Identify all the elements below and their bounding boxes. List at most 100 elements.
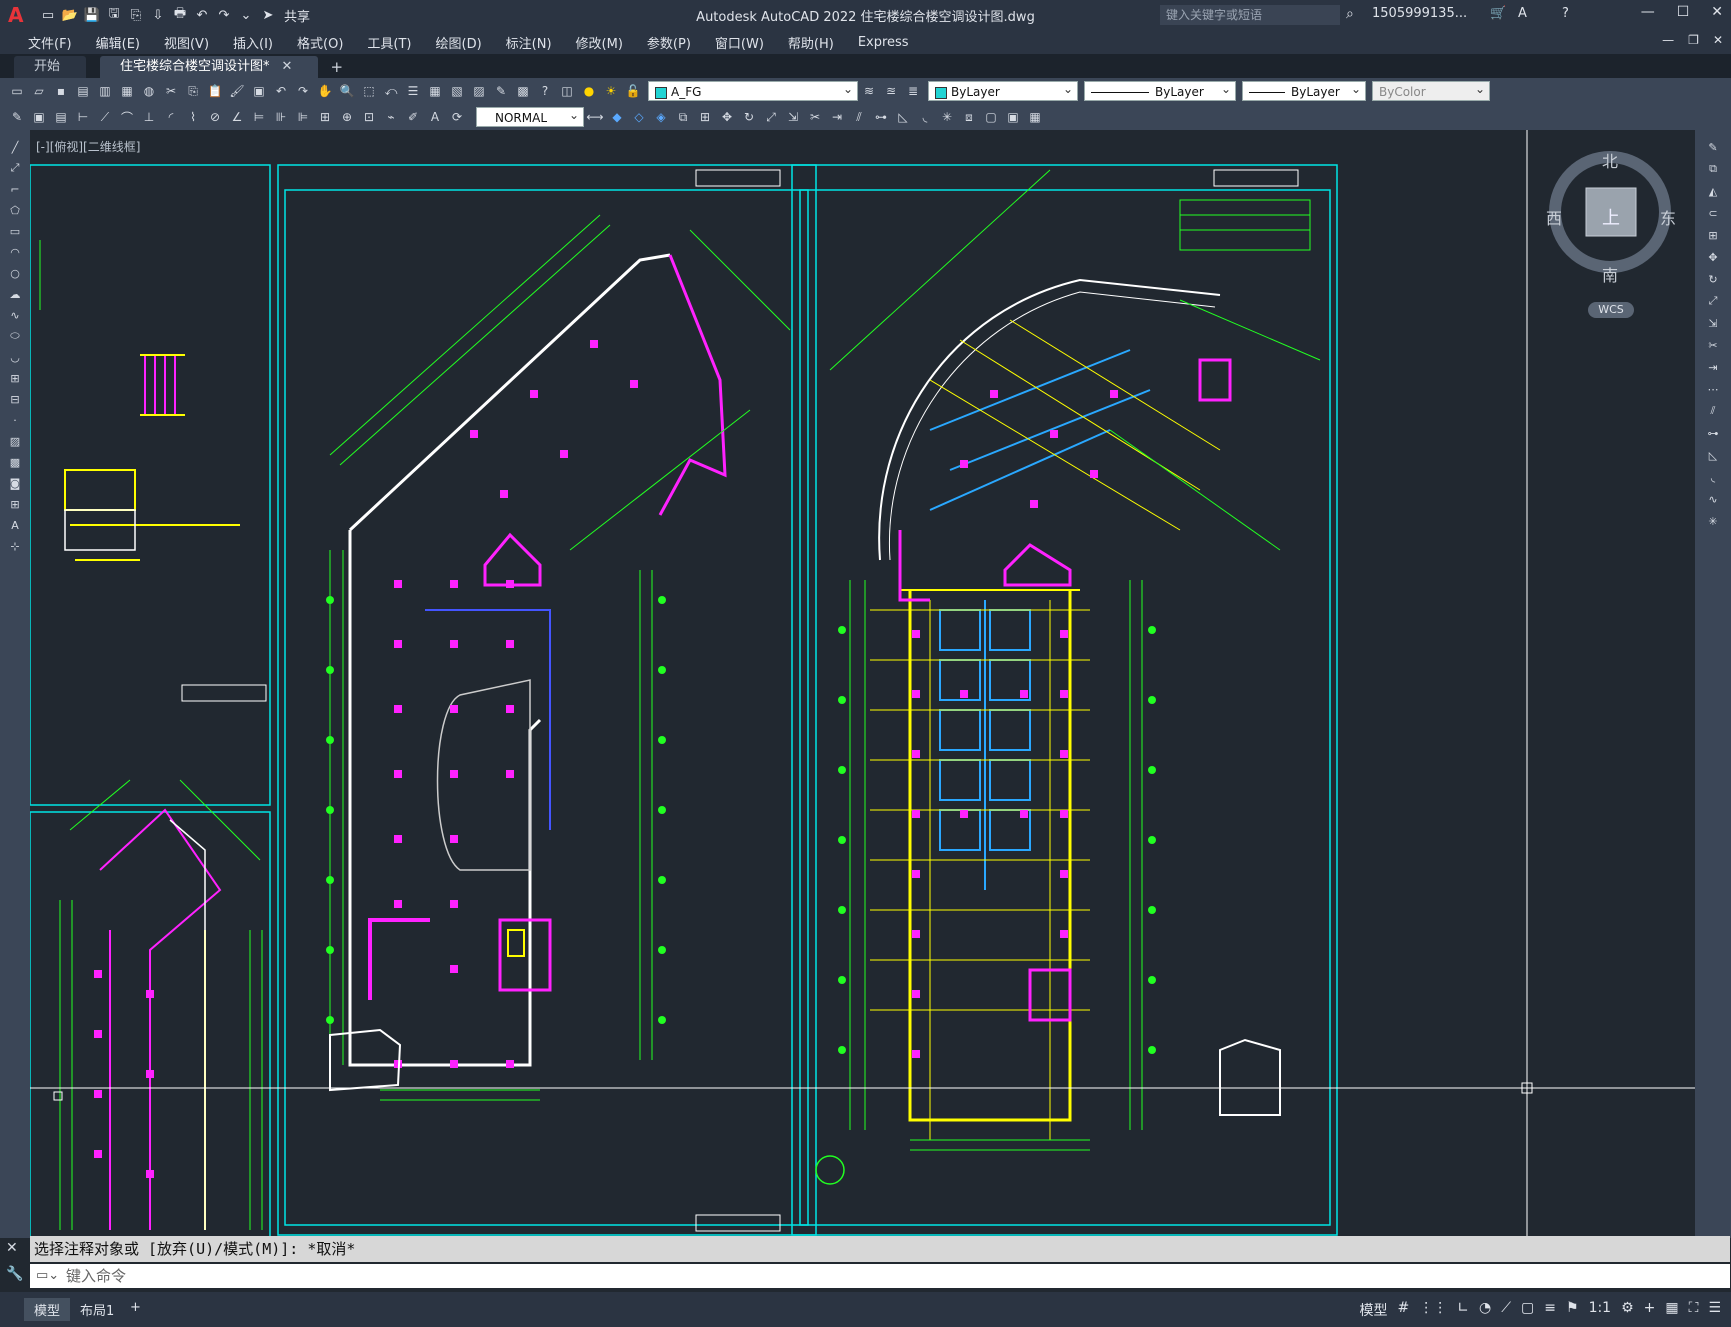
3d-print-icon[interactable]: ◍	[140, 83, 158, 99]
ortho-icon[interactable]: ∟	[1457, 1300, 1469, 1320]
viewport-controls[interactable]: [-][俯视][二维线框]	[36, 138, 140, 155]
scale-icon[interactable]: ⤢	[1704, 292, 1722, 310]
plot-icon[interactable]: 🖶	[170, 6, 190, 24]
publish-icon[interactable]: ▦	[118, 83, 136, 99]
save-icon[interactable]: ▪	[52, 83, 70, 99]
break-at-point-icon[interactable]: ⋯	[1704, 380, 1722, 398]
array-icon[interactable]: ⊞	[696, 109, 714, 125]
inspection-icon[interactable]: ⊡	[360, 109, 378, 125]
help-icon[interactable]: ?	[536, 83, 554, 99]
dim-edit-icon[interactable]: ✐	[404, 109, 422, 125]
calculator-icon[interactable]: ▩	[514, 83, 532, 99]
menu-draw[interactable]: 绘图(D)	[424, 33, 494, 52]
attribute-icon[interactable]: ▤	[52, 109, 70, 125]
lineweight-icon[interactable]: ≡	[1544, 1300, 1556, 1320]
zoom-window-icon[interactable]: ⬚	[360, 83, 378, 99]
search-icon[interactable]: ⌕	[1346, 6, 1354, 22]
arc-icon[interactable]: ◠	[6, 243, 24, 261]
array-icon[interactable]: ⊞	[1704, 226, 1722, 244]
point-icon[interactable]: ·	[6, 411, 24, 429]
tab-close-icon[interactable]: ✕	[282, 59, 293, 74]
menu-express[interactable]: Express	[846, 35, 921, 50]
dim-text-edit-icon[interactable]: A	[426, 109, 444, 125]
rectangle-icon[interactable]: ▭	[6, 222, 24, 240]
import-icon[interactable]: ⎘	[126, 6, 146, 24]
menu-view[interactable]: 视图(V)	[152, 33, 221, 52]
tab-start[interactable]: 开始	[14, 56, 87, 78]
viewcube-north[interactable]: 北	[1602, 148, 1618, 172]
stretch-icon[interactable]: ⇲	[1704, 314, 1722, 332]
polar-icon[interactable]: ◔	[1479, 1300, 1491, 1320]
drawing-canvas[interactable]	[30, 130, 1695, 1236]
scale-icon[interactable]: ⤢	[762, 109, 780, 125]
design-center-icon[interactable]: ▦	[426, 83, 444, 99]
tool-palettes-icon[interactable]: ▧	[448, 83, 466, 99]
menu-insert[interactable]: 插入(I)	[221, 33, 285, 52]
break-icon[interactable]: ⫽	[850, 109, 868, 125]
dim-update-icon[interactable]: ⟳	[448, 109, 466, 125]
pan-icon[interactable]: ✋	[316, 83, 334, 99]
radius-dim-icon[interactable]: ◜	[162, 109, 180, 125]
menu-window[interactable]: 窗口(W)	[703, 33, 776, 52]
layer-previous-icon[interactable]: ≊	[882, 83, 900, 99]
group-icon[interactable]: ▢	[982, 109, 1000, 125]
sheet-set-icon[interactable]: ▨	[470, 83, 488, 99]
erase-icon[interactable]: ◆	[608, 109, 626, 125]
save-icon[interactable]: 💾	[82, 6, 102, 24]
line-icon[interactable]: ╱	[6, 138, 24, 156]
make-block-icon[interactable]: ⊟	[6, 390, 24, 408]
gradient-icon[interactable]: ▩	[6, 453, 24, 471]
mirror-icon[interactable]: ◈	[652, 109, 670, 125]
circle-icon[interactable]: ○	[6, 264, 24, 282]
mirror-icon[interactable]: ◭	[1704, 182, 1722, 200]
explode-icon[interactable]: ✳	[1704, 512, 1722, 530]
draworder-icon[interactable]: ⧈	[960, 109, 978, 125]
quick-dim-icon[interactable]: ⊨	[250, 109, 268, 125]
autodesk-app-icon[interactable]: A	[1518, 6, 1527, 21]
erase-icon[interactable]: ✎	[1704, 138, 1722, 156]
menu-parametric[interactable]: 参数(P)	[635, 33, 703, 52]
share-icon[interactable]: ➤	[258, 6, 278, 24]
open-icon[interactable]: ▱	[30, 83, 48, 99]
menu-modify[interactable]: 修改(M)	[564, 33, 635, 52]
snap-icon[interactable]: ⋮⋮	[1419, 1300, 1447, 1320]
copy-icon[interactable]: ⧉	[1704, 160, 1722, 178]
fillet-icon[interactable]: ◟	[916, 109, 934, 125]
offset-icon[interactable]: ⧉	[674, 109, 692, 125]
plotstyle-dropdown[interactable]: ByColor	[1372, 79, 1490, 101]
doc-restore-icon[interactable]: ❐	[1688, 33, 1699, 47]
close-cmd-icon[interactable]: ✕	[6, 1240, 18, 1256]
construction-line-icon[interactable]: ⤢	[6, 159, 24, 177]
linear-dim-icon[interactable]: ⊢	[74, 109, 92, 125]
clean-screen-icon[interactable]: ⛶	[1689, 1300, 1699, 1320]
export-icon[interactable]: ⇩	[148, 6, 168, 24]
trim-icon[interactable]: ✂	[1704, 336, 1722, 354]
tolerance-icon[interactable]: ⊞	[316, 109, 334, 125]
workspace-icon[interactable]: ⚙	[1621, 1300, 1634, 1320]
aligned-dim-icon[interactable]: ⟋	[96, 109, 114, 125]
make-current-icon[interactable]: ≋	[860, 83, 878, 99]
units-icon[interactable]: ▦	[1665, 1300, 1678, 1320]
annotation-scale[interactable]: 1:1	[1589, 1300, 1612, 1320]
diameter-dim-icon[interactable]: ⊘	[206, 109, 224, 125]
customize-cmd-icon[interactable]: 🔧	[6, 1266, 23, 1282]
extend-icon[interactable]: ⇥	[828, 109, 846, 125]
customization-icon[interactable]: ☰	[1708, 1300, 1721, 1320]
markup-icon[interactable]: ✎	[492, 83, 510, 99]
jogged-dim-icon[interactable]: ⌇	[184, 109, 202, 125]
annotation-visibility-icon[interactable]: ⚑	[1566, 1300, 1579, 1320]
tab-drawing[interactable]: 住宅楼综合楼空调设计图* ✕	[100, 56, 319, 78]
chamfer-icon[interactable]: ◺	[1704, 446, 1722, 464]
model-tab[interactable]: 模型	[24, 1298, 71, 1321]
menu-format[interactable]: 格式(O)	[285, 33, 355, 52]
move-icon[interactable]: ✥	[718, 109, 736, 125]
plot-icon[interactable]: ▤	[74, 83, 92, 99]
menu-edit[interactable]: 编辑(E)	[84, 33, 152, 52]
fillet-icon[interactable]: ◟	[1704, 468, 1722, 486]
new-icon[interactable]: ▭	[38, 6, 58, 24]
blend-icon[interactable]: ∿	[1704, 490, 1722, 508]
zoom-realtime-icon[interactable]: 🔍	[338, 83, 356, 99]
user-account[interactable]: 1505999135...	[1372, 6, 1467, 21]
isodraft-icon[interactable]: ⟋	[1501, 1300, 1511, 1320]
layer-state-icon[interactable]: ≣	[904, 83, 922, 99]
